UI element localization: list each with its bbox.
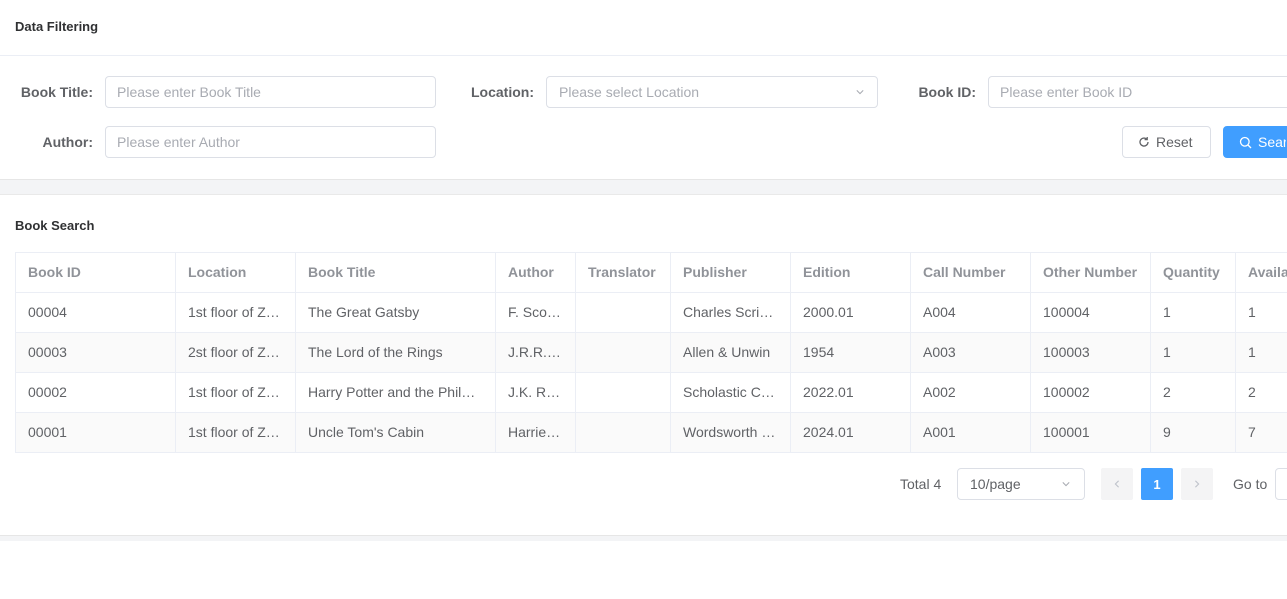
cell-book-id: 00003 xyxy=(16,333,176,372)
cell-author: F. Sco… xyxy=(496,293,576,332)
bottom-separator xyxy=(0,535,1287,541)
table-row[interactable]: 00001 1st floor of Z… Uncle Tom's Cabin Har… xyxy=(16,413,1287,453)
table-header-row: Book ID Location Book Title Author Trans… xyxy=(16,253,1287,293)
cell-author: Harrie… xyxy=(496,413,576,452)
book-id-input[interactable] xyxy=(988,76,1287,108)
column-header-edition[interactable]: Edition xyxy=(791,253,911,292)
location-select-placeholder: Please select Location xyxy=(559,84,700,100)
cell-quantity: 9 xyxy=(1151,413,1236,452)
goto-label: Go to xyxy=(1233,476,1268,492)
cell-other-number: 100001 xyxy=(1031,413,1151,452)
cell-other-number: 100002 xyxy=(1031,373,1151,412)
column-header-location[interactable]: Location xyxy=(176,253,296,292)
chevron-down-icon xyxy=(856,90,864,95)
author-label: Author: xyxy=(42,134,93,150)
results-panel-title: Book Search xyxy=(15,218,95,233)
cell-edition: 1954 xyxy=(791,333,911,372)
book-id-label: Book ID: xyxy=(918,84,976,100)
cell-translator xyxy=(576,333,671,372)
book-table: Book ID Location Book Title Author Trans… xyxy=(15,252,1287,453)
search-icon xyxy=(1239,136,1252,148)
cell-call-number: A003 xyxy=(911,333,1031,372)
next-page-button[interactable] xyxy=(1181,468,1213,500)
column-header-call-number[interactable]: Call Number xyxy=(911,253,1031,292)
goto-page-input[interactable] xyxy=(1275,468,1287,500)
table-row[interactable]: 00002 1st floor of Z… Harry Potter and the… xyxy=(16,373,1287,413)
section-separator xyxy=(0,179,1287,195)
cell-publisher: Allen & Unwin xyxy=(671,333,791,372)
cell-book-title: Uncle Tom's Cabin xyxy=(296,413,496,452)
refresh-icon xyxy=(1139,137,1149,147)
cell-other-number: 100003 xyxy=(1031,333,1151,372)
cell-edition: 2024.01 xyxy=(791,413,911,452)
column-header-book-id[interactable]: Book ID xyxy=(16,253,176,292)
search-button-label: Search xyxy=(1258,134,1286,150)
cell-other-number: 100004 xyxy=(1031,293,1151,332)
cell-quantity: 1 xyxy=(1151,293,1236,332)
cell-author: J.K. R… xyxy=(496,373,576,412)
cell-book-title: Harry Potter and the Phil… xyxy=(296,373,496,412)
cell-call-number: A004 xyxy=(911,293,1031,332)
cell-edition: 2000.01 xyxy=(791,293,911,332)
cell-location: 1st floor of Z… xyxy=(176,373,296,412)
reset-button-label: Reset xyxy=(1156,134,1193,150)
table-body: 00004 1st floor of Z… The Great Gatsby F. S… xyxy=(16,293,1287,453)
table-row[interactable]: 00003 2st floor of Z… The Lord of the Ring… xyxy=(16,333,1287,373)
table-row[interactable]: 00004 1st floor of Z… The Great Gatsby F. S… xyxy=(16,293,1287,333)
cell-book-title: The Lord of the Rings xyxy=(296,333,496,372)
column-header-other-number[interactable]: Other Number xyxy=(1031,253,1151,292)
column-header-author[interactable]: Author xyxy=(496,253,576,292)
cell-available: 1 xyxy=(1236,293,1287,332)
cell-translator xyxy=(576,373,671,412)
page-size-select[interactable]: 10/page xyxy=(957,468,1085,500)
book-title-input[interactable] xyxy=(105,76,436,108)
cell-publisher: Wordsworth … xyxy=(671,413,791,452)
cell-publisher: Charles Scri… xyxy=(671,293,791,332)
cell-location: 2st floor of Z… xyxy=(176,333,296,372)
search-button[interactable]: Search xyxy=(1223,126,1287,158)
chevron-down-icon xyxy=(1062,482,1070,487)
cell-publisher: Scholastic C… xyxy=(671,373,791,412)
cell-quantity: 1 xyxy=(1151,333,1236,372)
cell-book-id: 00001 xyxy=(16,413,176,452)
location-label: Location: xyxy=(471,84,534,100)
page-number-1[interactable]: 1 xyxy=(1141,468,1173,500)
column-header-publisher[interactable]: Publisher xyxy=(671,253,791,292)
column-header-available[interactable]: Available xyxy=(1236,253,1287,292)
cell-translator xyxy=(576,293,671,332)
column-header-book-title[interactable]: Book Title xyxy=(296,253,496,292)
cell-quantity: 2 xyxy=(1151,373,1236,412)
cell-translator xyxy=(576,413,671,452)
location-select[interactable]: Please select Location xyxy=(546,76,878,108)
filter-header-divider xyxy=(0,55,1287,56)
filter-panel-title: Data Filtering xyxy=(15,19,99,34)
chevron-right-icon xyxy=(1195,480,1200,488)
cell-author: J.R.R.… xyxy=(496,333,576,372)
cell-available: 1 xyxy=(1236,333,1287,372)
chevron-left-icon xyxy=(1114,480,1119,488)
reset-button[interactable]: Reset xyxy=(1122,126,1211,158)
cell-book-id: 00002 xyxy=(16,373,176,412)
page-size-value: 10/page xyxy=(970,476,1021,492)
cell-edition: 2022.01 xyxy=(791,373,911,412)
cell-book-title: The Great Gatsby xyxy=(296,293,496,332)
cell-call-number: A001 xyxy=(911,413,1031,452)
cell-available: 2 xyxy=(1236,373,1287,412)
cell-book-id: 00004 xyxy=(16,293,176,332)
author-input[interactable] xyxy=(105,126,436,158)
cell-location: 1st floor of Z… xyxy=(176,293,296,332)
column-header-translator[interactable]: Translator xyxy=(576,253,671,292)
cell-available: 7 xyxy=(1236,413,1287,452)
pagination-total: Total 4 xyxy=(900,476,942,492)
cell-location: 1st floor of Z… xyxy=(176,413,296,452)
column-header-quantity[interactable]: Quantity xyxy=(1151,253,1236,292)
book-title-label: Book Title: xyxy=(20,84,93,100)
prev-page-button[interactable] xyxy=(1101,468,1133,500)
cell-call-number: A002 xyxy=(911,373,1031,412)
